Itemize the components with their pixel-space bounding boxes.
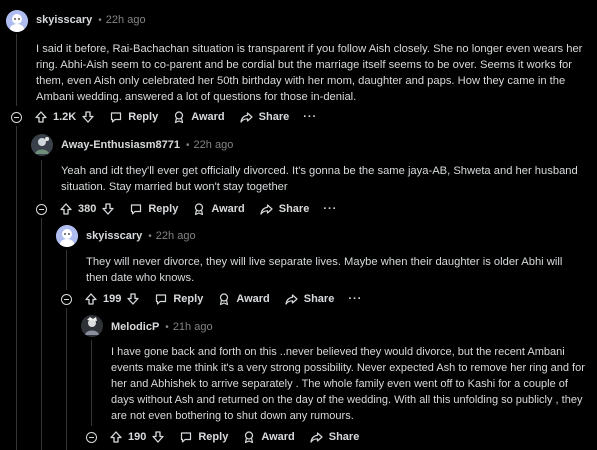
reply-icon xyxy=(131,204,142,215)
share-icon xyxy=(240,112,253,123)
more-options-button[interactable]: ··· xyxy=(303,111,317,123)
more-options-button[interactable]: ··· xyxy=(348,293,362,305)
upvote-icon[interactable] xyxy=(59,202,73,216)
reply-button[interactable]: Reply xyxy=(179,430,228,444)
award-button[interactable]: Award xyxy=(192,202,245,216)
username[interactable]: Away-Enthusiasm8771 xyxy=(61,139,180,151)
comment-actions: 380 Reply Award Share ··· xyxy=(36,202,337,216)
more-options-button[interactable]: ··· xyxy=(323,203,337,215)
separator-dot: • xyxy=(186,139,190,151)
award-icon xyxy=(175,111,184,124)
comment-actions: 199 Reply Award Share ··· xyxy=(61,292,362,306)
reply-label: Reply xyxy=(128,111,159,123)
share-label: Share xyxy=(328,431,360,443)
comment-body: I have gone back and forth on this ..nev… xyxy=(111,346,585,422)
downvote-icon[interactable] xyxy=(101,202,115,216)
reply-button[interactable]: Reply xyxy=(154,292,203,306)
comment-header: Away-Enthusiasm8771 • 22h ago xyxy=(61,139,233,151)
share-button[interactable]: Share xyxy=(284,292,335,306)
comment-header: skyisscary • 22h ago xyxy=(86,230,196,242)
award-button[interactable]: Award xyxy=(172,110,225,124)
share-button[interactable]: Share xyxy=(259,202,310,216)
award-icon xyxy=(220,293,229,306)
timestamp[interactable]: 22h ago xyxy=(194,139,234,151)
vote-count: 190 xyxy=(128,431,147,443)
comment-body: Yeah and idt they'll ever get officially… xyxy=(61,165,578,193)
thread-line[interactable] xyxy=(16,34,17,106)
award-label: Award xyxy=(211,203,245,215)
avatar-image xyxy=(31,134,53,156)
avatar[interactable] xyxy=(81,315,103,337)
separator-dot: • xyxy=(148,230,152,242)
vote-count: 199 xyxy=(103,293,122,305)
award-label: Award xyxy=(261,431,295,443)
separator-dot: • xyxy=(165,321,169,333)
reply-button[interactable]: Reply xyxy=(129,202,178,216)
username[interactable]: skyisscary xyxy=(36,14,92,26)
award-button[interactable]: Award xyxy=(242,430,295,444)
collapse-icon[interactable] xyxy=(61,293,72,305)
timestamp[interactable]: 22h ago xyxy=(156,230,196,242)
award-icon xyxy=(245,431,254,444)
collapse-icon[interactable] xyxy=(86,431,97,443)
upvote-icon[interactable] xyxy=(84,292,98,306)
avatar-image xyxy=(56,225,78,247)
share-label: Share xyxy=(278,203,310,215)
avatar[interactable] xyxy=(6,10,28,32)
share-icon xyxy=(310,432,323,443)
downvote-icon[interactable] xyxy=(151,430,165,444)
comment-actions: 1.2K Reply Award Share ··· xyxy=(11,110,317,124)
award-icon xyxy=(195,203,204,216)
thread-line[interactable] xyxy=(41,160,42,200)
thread-line[interactable] xyxy=(66,250,67,290)
share-button[interactable]: Share xyxy=(309,430,360,444)
comment-body: They will never divorce, they will live … xyxy=(86,256,563,284)
vote-group: 199 xyxy=(84,292,140,306)
share-label: Share xyxy=(258,111,290,123)
timestamp[interactable]: 21h ago xyxy=(173,321,213,333)
username[interactable]: skyisscary xyxy=(86,230,142,242)
downvote-icon[interactable] xyxy=(81,110,95,124)
avatar[interactable] xyxy=(31,134,53,156)
comment-body: I said it before, Rai-Bachachan situatio… xyxy=(36,43,583,103)
vote-group: 380 xyxy=(59,202,115,216)
thread-line[interactable] xyxy=(66,308,67,450)
avatar-image xyxy=(81,315,103,337)
reply-icon xyxy=(156,294,167,305)
collapse-icon[interactable] xyxy=(36,203,47,215)
upvote-icon[interactable] xyxy=(109,430,123,444)
award-label: Award xyxy=(236,293,270,305)
share-icon xyxy=(285,294,298,305)
share-icon xyxy=(260,204,273,215)
timestamp[interactable]: 22h ago xyxy=(106,14,146,26)
separator-dot: • xyxy=(98,14,102,26)
comment-header: MelodicP • 21h ago xyxy=(111,321,213,333)
award-button[interactable]: Award xyxy=(217,292,270,306)
share-label: Share xyxy=(303,293,335,305)
reply-label: Reply xyxy=(148,203,179,215)
thread-line[interactable] xyxy=(16,126,17,450)
downvote-icon[interactable] xyxy=(126,292,140,306)
thread-line[interactable] xyxy=(41,218,42,450)
award-label: Award xyxy=(191,111,225,123)
collapse-icon[interactable] xyxy=(11,111,22,123)
username[interactable]: MelodicP xyxy=(111,321,159,333)
vote-count: 1.2K xyxy=(53,111,77,123)
reply-icon xyxy=(181,432,192,443)
comment-header: skyisscary • 22h ago xyxy=(36,14,146,26)
thread-line[interactable] xyxy=(91,340,92,426)
vote-count: 380 xyxy=(78,203,97,215)
comment-actions: 190 Reply Award Share xyxy=(86,430,373,444)
reply-icon xyxy=(111,112,122,123)
reply-label: Reply xyxy=(173,293,204,305)
avatar[interactable] xyxy=(56,225,78,247)
reply-label: Reply xyxy=(198,431,229,443)
vote-group: 190 xyxy=(109,430,165,444)
vote-group: 1.2K xyxy=(34,110,95,124)
upvote-icon[interactable] xyxy=(34,110,48,124)
avatar-image xyxy=(6,10,28,32)
reply-button[interactable]: Reply xyxy=(109,110,158,124)
share-button[interactable]: Share xyxy=(239,110,290,124)
